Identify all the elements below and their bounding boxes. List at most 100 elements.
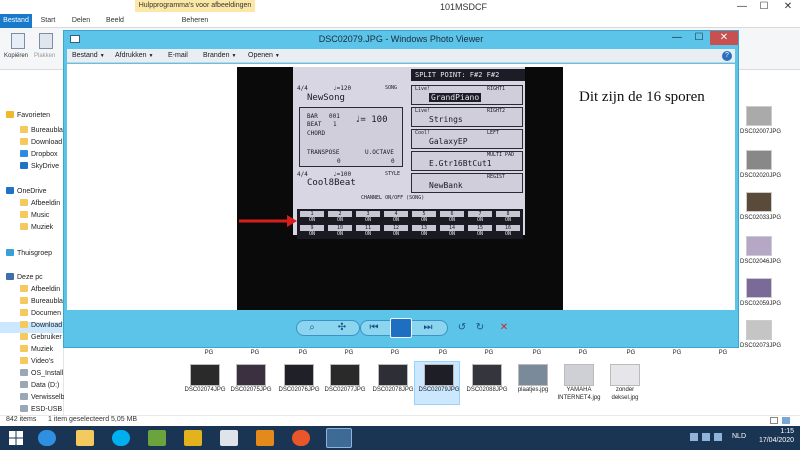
image-icon[interactable]: [220, 430, 238, 446]
file-name[interactable]: DSC02078JPG: [370, 386, 416, 394]
nav-item[interactable]: Thuisgroep: [6, 248, 64, 259]
file-name-partial[interactable]: PG: [232, 349, 278, 357]
details-view-icon[interactable]: [770, 417, 778, 424]
file-thumbnail[interactable]: [330, 364, 360, 386]
photo-viewer-icon[interactable]: [326, 428, 352, 448]
nav-item[interactable]: Download: [20, 137, 64, 148]
explorer-maximize-button[interactable]: ☐: [752, 0, 776, 14]
nav-item[interactable]: Data (D:): [20, 380, 64, 391]
file-thumbnail[interactable]: [518, 364, 548, 386]
tab-delen[interactable]: Delen: [68, 14, 94, 28]
nav-item[interactable]: Documen: [20, 308, 64, 319]
file-thumbnail[interactable]: [378, 364, 408, 386]
nav-item[interactable]: Deze pc: [6, 272, 64, 283]
folder-icon[interactable]: [76, 430, 94, 446]
nav-item[interactable]: Bureaubla: [20, 125, 64, 136]
tab-beeld[interactable]: Beeld: [102, 14, 128, 28]
file-name-partial[interactable]: PG: [700, 349, 746, 357]
nav-item[interactable]: Afbeeldin: [20, 284, 64, 295]
file-thumbnail[interactable]: [746, 106, 772, 126]
file-thumbnail[interactable]: [746, 150, 772, 170]
file-name-partial[interactable]: PG: [608, 349, 654, 357]
media-icon[interactable]: [256, 430, 274, 446]
copy-label[interactable]: Kopiëren: [4, 53, 28, 59]
tab-start[interactable]: Start: [36, 14, 60, 28]
zoom-icon[interactable]: ⌕: [304, 321, 320, 335]
nav-item[interactable]: Afbeeldin: [20, 198, 64, 209]
file-name[interactable]: DSC02075JPG: [228, 386, 274, 394]
nav-item[interactable]: Download: [20, 320, 64, 331]
skype-icon[interactable]: [112, 430, 130, 446]
file-thumbnail[interactable]: [610, 364, 640, 386]
rotate-cw-icon[interactable]: ↻: [472, 321, 488, 335]
tab-beheren[interactable]: Beheren: [170, 14, 220, 28]
explorer-minimize-button[interactable]: —: [730, 0, 754, 14]
explorer-close-button[interactable]: ✕: [776, 0, 800, 14]
nav-item[interactable]: Muziek: [20, 222, 64, 233]
file-name[interactable]: DSC02076JPG: [276, 386, 322, 394]
file-name-partial[interactable]: PG: [560, 349, 606, 357]
paste-label[interactable]: Plakken: [34, 53, 55, 59]
checklist-icon[interactable]: [184, 430, 202, 446]
copy-icon[interactable]: [11, 33, 25, 49]
rotate-ccw-icon[interactable]: ↺: [454, 321, 470, 335]
nav-item[interactable]: ESD-USB (G:): [20, 404, 64, 415]
file-name-partial[interactable]: PG: [326, 349, 372, 357]
file-name[interactable]: DSC02059JPG: [740, 300, 781, 308]
nav-item[interactable]: Music: [20, 210, 64, 221]
file-name[interactable]: DSC02073JPG: [740, 342, 781, 350]
file-thumbnail[interactable]: [472, 364, 502, 386]
nav-item[interactable]: OneDrive: [6, 186, 64, 197]
file-thumbnail[interactable]: [236, 364, 266, 386]
next-icon[interactable]: ⏭: [420, 321, 436, 335]
pv-minimize-button[interactable]: —: [666, 31, 688, 45]
file-thumbnail[interactable]: [190, 364, 220, 386]
file-name[interactable]: DSC02046JPG: [740, 258, 781, 266]
nav-item[interactable]: Bureaubla: [20, 296, 64, 307]
nav-item[interactable]: Favorieten: [6, 110, 64, 121]
file-name[interactable]: DSC02020JPG: [740, 172, 781, 180]
file-thumbnail[interactable]: [284, 364, 314, 386]
thumbnail-view-icon[interactable]: [782, 417, 790, 424]
file-thumbnail[interactable]: [746, 192, 772, 212]
file-name-partial[interactable]: PG: [466, 349, 512, 357]
file-thumbnail[interactable]: [424, 364, 454, 386]
nav-item[interactable]: OS_Install (C:): [20, 368, 64, 379]
tray-network-icon[interactable]: [702, 433, 710, 441]
file-name-partial[interactable]: PG: [654, 349, 700, 357]
file-name[interactable]: YAMAHA INTERNET4.jpg: [556, 386, 602, 402]
taskbar-language[interactable]: NLD: [732, 433, 746, 440]
paste-icon[interactable]: [39, 33, 53, 49]
windows-start-icon[interactable]: [8, 430, 24, 446]
file-name-partial[interactable]: PG: [514, 349, 560, 357]
ie-icon[interactable]: [38, 430, 56, 446]
file-name[interactable]: DSC02033JPG: [740, 214, 781, 222]
tray-arrow-icon[interactable]: [690, 433, 698, 441]
file-name-partial[interactable]: PG: [186, 349, 232, 357]
nav-item[interactable]: Dropbox: [20, 149, 64, 160]
menu-email[interactable]: E-mail: [168, 50, 188, 62]
tray-volume-icon[interactable]: [714, 433, 722, 441]
file-name[interactable]: zonder deksel.jpg: [602, 386, 648, 402]
taskbar-time[interactable]: 1:15: [764, 428, 794, 435]
nav-item[interactable]: Video's: [20, 356, 64, 367]
firefox-icon[interactable]: [292, 430, 310, 446]
file-thumbnail[interactable]: [564, 364, 594, 386]
menu-openen[interactable]: Openen ▼: [248, 50, 280, 62]
menu-bestand[interactable]: Bestand ▼: [72, 50, 105, 62]
file-name[interactable]: DSC02088JPG: [464, 386, 510, 394]
help-icon[interactable]: ?: [722, 51, 732, 61]
nav-item[interactable]: Verwisselbare schijf (F:): [20, 392, 64, 403]
file-name[interactable]: DSC02074JPG: [182, 386, 228, 394]
previous-icon[interactable]: ⏮: [366, 321, 382, 335]
slideshow-icon[interactable]: [390, 318, 412, 338]
file-name[interactable]: plaatjes.jpg: [510, 386, 556, 394]
store-icon[interactable]: [148, 430, 166, 446]
file-name-partial[interactable]: PG: [372, 349, 418, 357]
file-thumbnail[interactable]: [746, 278, 772, 298]
nav-item[interactable]: Gebruiker: [20, 332, 64, 343]
file-name[interactable]: DSC02079JPG: [416, 386, 462, 394]
taskbar-date[interactable]: 17/04/2020: [752, 437, 794, 444]
file-thumbnail[interactable]: [746, 236, 772, 256]
pv-close-button[interactable]: ✕: [710, 31, 738, 45]
